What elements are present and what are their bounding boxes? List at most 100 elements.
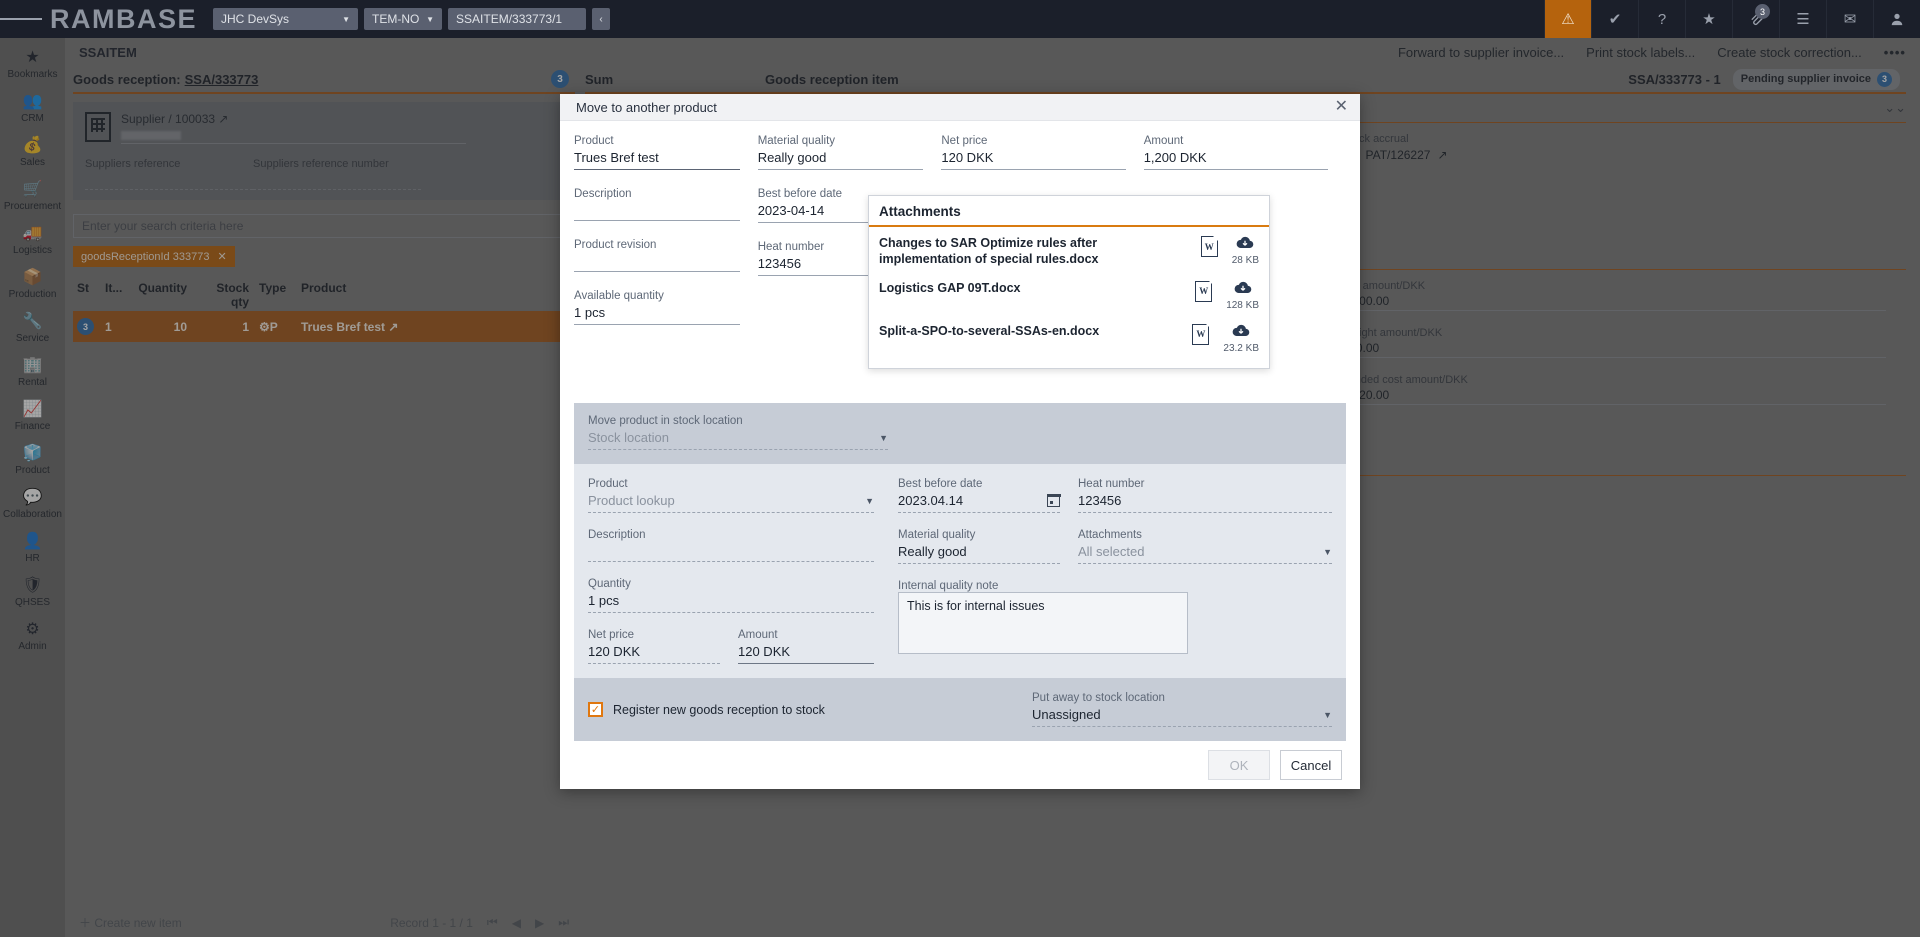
chevron-down-icon: ▼ xyxy=(879,433,888,443)
attachment-name: Changes to SAR Optimize rules after impl… xyxy=(879,236,1201,267)
target-quantity-input[interactable]: 1 pcs xyxy=(588,590,874,613)
target-best-before-input[interactable]: 2023.04.14 xyxy=(898,490,1060,513)
source-net-price-label: Net price xyxy=(941,135,1125,147)
target-heat-number-field: Heat number 123456 xyxy=(1078,478,1332,513)
topbar-spacer xyxy=(610,0,1544,38)
source-available-quantity-field: Available quantity 1 pcs xyxy=(574,290,740,325)
target-heat-number-input[interactable]: 123456 xyxy=(1078,490,1332,513)
language-select[interactable]: TEM-NO ▼ xyxy=(364,8,442,30)
cloud-download-glyph xyxy=(1234,281,1252,295)
target-description-field: Description xyxy=(588,529,874,562)
target-grid-row-1: Product Product lookup ▼ Description xyxy=(588,478,1332,670)
register-checkbox[interactable]: ✓ xyxy=(588,702,603,717)
target-amount-field: Amount 120 DKK xyxy=(738,629,874,664)
cloud-download-icon xyxy=(1234,281,1252,298)
stock-location-select[interactable]: Stock location ▼ xyxy=(588,427,888,450)
source-product-value: Trues Bref test xyxy=(574,147,740,170)
source-available-quantity-value: 1 pcs xyxy=(574,302,740,325)
register-checkbox-group[interactable]: ✓ Register new goods reception to stock xyxy=(588,702,825,717)
target-product-label: Product xyxy=(588,478,874,490)
cloud-download-icon xyxy=(1236,236,1254,253)
target-material-quality-input[interactable]: Really good xyxy=(898,541,1060,564)
ok-button[interactable]: OK xyxy=(1208,750,1270,780)
cloud-download-icon xyxy=(1232,324,1250,341)
target-quantity-field: Quantity 1 pcs xyxy=(588,578,874,613)
put-away-select[interactable]: Unassigned ▼ xyxy=(1032,704,1332,727)
register-checkbox-label: Register new goods reception to stock xyxy=(613,703,825,717)
target-price-row: Net price 120 DKK Amount 120 DKK xyxy=(588,629,874,664)
target-internal-note-label: Internal quality note xyxy=(898,580,1060,592)
target-description-input[interactable] xyxy=(588,541,874,562)
target-description-label: Description xyxy=(588,529,874,541)
target-net-price-field: Net price 120 DKK xyxy=(588,629,738,664)
source-material-quality-field: Material quality Really good xyxy=(758,135,924,170)
close-icon[interactable]: ✕ xyxy=(1335,99,1348,115)
attachment-icon[interactable]: 3 xyxy=(1732,0,1779,38)
target-best-before-field: Best before date 2023.04.14 xyxy=(898,478,1060,513)
attachment-name: Split-a-SPO-to-several-SSAs-en.docx xyxy=(879,324,1192,340)
attachment-size: 23.2 KB xyxy=(1223,343,1259,354)
attachment-item[interactable]: Changes to SAR Optimize rules after impl… xyxy=(869,227,1269,271)
brand-text: RAMBASE xyxy=(50,4,197,35)
download-button[interactable]: 28 KB xyxy=(1232,236,1259,266)
language-select-value: TEM-NO xyxy=(372,12,422,26)
attachment-item[interactable]: Split-a-SPO-to-several-SSAs-en.docx W 23… xyxy=(869,315,1269,368)
word-document-icon: W xyxy=(1195,281,1212,302)
menu-toggle-icon[interactable] xyxy=(0,0,42,38)
target-quantity-label: Quantity xyxy=(588,578,874,590)
move-target-fields: Product Product lookup ▼ Description xyxy=(574,464,1346,678)
company-select-value: JHC DevSys xyxy=(221,12,338,26)
word-document-icon: W xyxy=(1201,236,1218,257)
source-product-label: Product xyxy=(574,135,740,147)
dialog-body: Product Trues Bref test Description Prod… xyxy=(560,121,1360,741)
star-icon[interactable]: ★ xyxy=(1685,0,1732,38)
attachments-select[interactable]: All selected ▼ xyxy=(1078,541,1332,564)
target-amount-label: Amount xyxy=(738,629,874,641)
chevron-down-icon: ▼ xyxy=(1323,710,1332,720)
list-icon[interactable]: ☰ xyxy=(1779,0,1826,38)
move-to-another-product-dialog: Move to another product ✕ Product Trues … xyxy=(560,94,1360,789)
company-select[interactable]: JHC DevSys ▼ xyxy=(213,8,358,30)
download-button[interactable]: 23.2 KB xyxy=(1223,324,1259,354)
attachment-actions: W 128 KB xyxy=(1195,281,1259,311)
top-bar: RAMBASE JHC DevSys ▼ TEM-NO ▼ SSAITEM/33… xyxy=(0,0,1920,38)
context-select[interactable]: SSAITEM/333773/1 xyxy=(448,8,586,30)
cancel-button[interactable]: Cancel xyxy=(1280,750,1342,780)
target-material-quality-label: Material quality xyxy=(898,529,1060,541)
target-amount-input[interactable]: 120 DKK xyxy=(738,641,874,664)
target-internal-note-field: Internal quality note This is for intern… xyxy=(898,580,1060,654)
product-lookup-select[interactable]: Product lookup ▼ xyxy=(588,490,874,513)
chevron-down-icon: ▼ xyxy=(342,15,350,24)
calendar-icon[interactable] xyxy=(1047,494,1060,507)
cloud-download-glyph xyxy=(1232,324,1250,338)
source-description-field: Description xyxy=(574,188,740,221)
chevron-down-icon: ▼ xyxy=(1323,547,1332,557)
mail-icon[interactable]: ✉ xyxy=(1826,0,1873,38)
chevron-down-icon: ▼ xyxy=(426,15,434,24)
dialog-title: Move to another product xyxy=(576,100,717,115)
help-icon[interactable]: ? xyxy=(1638,0,1685,38)
alert-icon[interactable]: ⚠ xyxy=(1544,0,1591,38)
attachment-item[interactable]: Logistics GAP 09T.docx W 128 KB xyxy=(869,272,1269,315)
target-attachments-label: Attachments xyxy=(1078,529,1332,541)
target-best-before-label: Best before date xyxy=(898,478,1060,490)
context-select-value: SSAITEM/333773/1 xyxy=(456,12,578,26)
source-amount-field: Amount 1,200 DKK xyxy=(1144,135,1328,170)
source-material-quality-label: Material quality xyxy=(758,135,924,147)
target-heat-number-label: Heat number xyxy=(1078,478,1332,490)
word-document-icon: W xyxy=(1192,324,1209,345)
download-button[interactable]: 128 KB xyxy=(1226,281,1259,311)
target-best-before-value: 2023.04.14 xyxy=(898,493,963,508)
put-away-label: Put away to stock location xyxy=(1032,692,1332,704)
attachment-actions: W 23.2 KB xyxy=(1192,324,1259,354)
target-net-price-input[interactable]: 120 DKK xyxy=(588,641,720,664)
source-product-field: Product Trues Bref test xyxy=(574,135,740,170)
move-stock-location-section: Move product in stock location Stock loc… xyxy=(574,403,1346,464)
source-product-revision-field: Product revision xyxy=(574,239,740,272)
source-description-label: Description xyxy=(574,188,740,200)
check-shield-icon[interactable]: ✔ xyxy=(1591,0,1638,38)
user-icon[interactable] xyxy=(1873,0,1920,38)
back-button[interactable]: ‹ xyxy=(592,8,610,30)
source-net-price-field: Net price 120 DKK xyxy=(941,135,1125,170)
register-section: ✓ Register new goods reception to stock … xyxy=(574,678,1346,741)
